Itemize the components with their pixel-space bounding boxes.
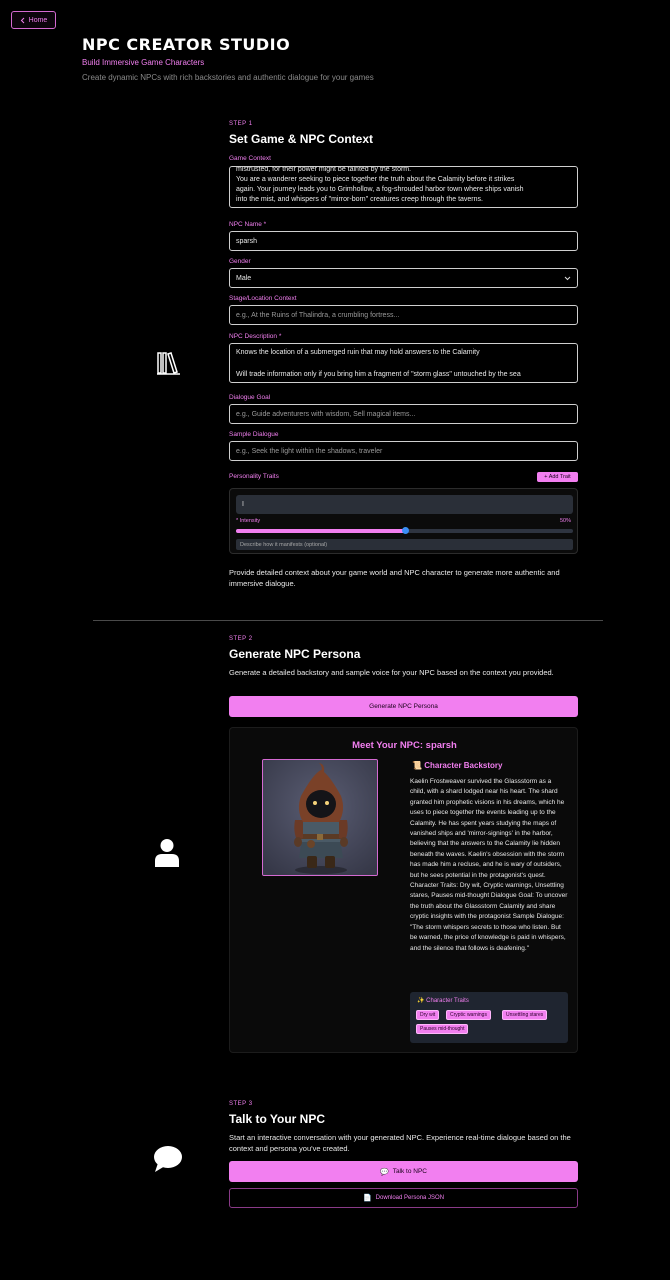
backstory-title: 📜 Character Backstory [412, 761, 502, 770]
download-persona-button[interactable]: 📄 Download Persona JSON [229, 1188, 578, 1208]
npc-description-line: Will trade information only if you bring… [236, 371, 521, 378]
step-3-label: STEP 3 [229, 1101, 253, 1107]
backstory-title-label: Character Backstory [424, 761, 503, 770]
gender-select[interactable]: Male [229, 268, 578, 288]
download-button-label: Download Persona JSON [375, 1195, 445, 1201]
home-button[interactable]: Home [11, 11, 56, 29]
game-context-line: into the mist, and whispers of "mirror-b… [236, 196, 483, 203]
download-icon: 📄 [362, 1195, 372, 1202]
character-traits-box: ✨ Character Traits Dry wit Cryptic warni… [410, 992, 568, 1043]
chat-icon: 💬 [379, 1168, 389, 1176]
game-context-label: Game Context [229, 155, 271, 162]
step-1-title: Set Game & NPC Context [229, 132, 374, 146]
intensity-slider-fill [236, 529, 405, 533]
step-1-label: STEP 1 [229, 121, 253, 127]
intensity-slider-thumb[interactable] [401, 527, 409, 534]
game-context-line: You are a wanderer seeking to piece toge… [236, 176, 515, 183]
page-title: NPC CREATOR STUDIO [82, 35, 291, 54]
step-3-description: Start an interactive conversation with y… [229, 1133, 571, 1153]
page-description: Create dynamic NPCs with rich backstorie… [82, 73, 374, 82]
game-context-line: again. Your journey leads you to Grimhol… [236, 186, 524, 193]
talk-button-label: Talk to NPC [392, 1168, 428, 1175]
npc-name-input[interactable]: sparsh [229, 231, 578, 251]
backstory-text: Kaelin Frostweaver survived the Glasssto… [410, 778, 568, 952]
trait-description-input[interactable]: Describe how it manifests (optional) [236, 539, 573, 550]
stage-label: Stage/Location Context [229, 295, 297, 302]
trait-name-input[interactable]: I [236, 495, 573, 514]
intensity-label: * Intensity [236, 518, 261, 524]
trait-chip: Cryptic warnings [446, 1010, 491, 1020]
trait-panel: I * Intensity 50% Describe how it manife… [229, 488, 578, 554]
sample-dialogue-label: Sample Dialogue [229, 431, 279, 438]
books-icon [156, 351, 181, 381]
user-icon [154, 838, 180, 873]
npc-portrait [262, 759, 378, 876]
step-3-title: Talk to Your NPC [229, 1112, 326, 1126]
sparkle-icon: ✨ [417, 998, 425, 1004]
step-2-description: Generate a detailed backstory and sample… [229, 668, 554, 677]
intensity-slider[interactable] [236, 527, 573, 534]
add-trait-button[interactable]: + Add Trait [537, 472, 578, 482]
talk-to-npc-button[interactable]: 💬 Talk to NPC [229, 1161, 578, 1182]
scroll-icon: 📜 [412, 761, 422, 770]
npc-description-label: NPC Description * [229, 333, 282, 340]
trait-chip: Pauses mid-thought [416, 1024, 469, 1034]
page-subtitle: Build Immersive Game Characters [82, 58, 205, 67]
chevron-left-icon [20, 17, 25, 23]
character-traits-label: Character Traits [426, 998, 469, 1004]
npc-description-textarea[interactable]: Knows the location of a submerged ruin t… [229, 343, 578, 383]
npc-name-label: NPC Name * [229, 221, 267, 228]
intensity-value: 50% [559, 518, 571, 524]
game-context-textarea[interactable]: mistrusted, for their power might be tai… [229, 166, 578, 208]
stage-input[interactable]: e.g., At the Ruins of Thalindra, a crumb… [229, 305, 578, 325]
step-1-help-text: Provide detailed context about your game… [229, 568, 560, 588]
section-divider [93, 620, 603, 621]
sample-dialogue-input[interactable]: e.g., Seek the light within the shadows,… [229, 441, 578, 461]
trait-chip: Unsettling stares [502, 1010, 548, 1020]
home-label: Home [28, 16, 48, 24]
personality-traits-label: Personality Traits [229, 473, 279, 480]
game-context-line: mistrusted, for their power might be tai… [236, 166, 412, 173]
gender-value: Male [236, 274, 252, 282]
character-traits-title: ✨ Character Traits [417, 997, 469, 1004]
step-2-title: Generate NPC Persona [229, 647, 361, 661]
trait-chip: Dry wit [416, 1010, 440, 1020]
gender-label: Gender [229, 258, 251, 265]
npc-description-line [236, 358, 571, 369]
chat-bubble-icon [153, 1145, 183, 1178]
npc-persona-card: Meet Your NPC: sparsh 📜 Character Backst… [229, 727, 578, 1053]
generate-persona-button[interactable]: Generate NPC Persona [229, 696, 578, 717]
step-2-label: STEP 2 [229, 636, 253, 642]
meet-npc-title: Meet Your NPC: sparsh [352, 740, 457, 751]
npc-description-line: Knows the location of a submerged ruin t… [236, 349, 480, 356]
dialogue-goal-input[interactable]: e.g., Guide adventurers with wisdom, Sel… [229, 404, 578, 424]
dialogue-goal-label: Dialogue Goal [229, 394, 271, 401]
chevron-down-icon [564, 276, 571, 280]
